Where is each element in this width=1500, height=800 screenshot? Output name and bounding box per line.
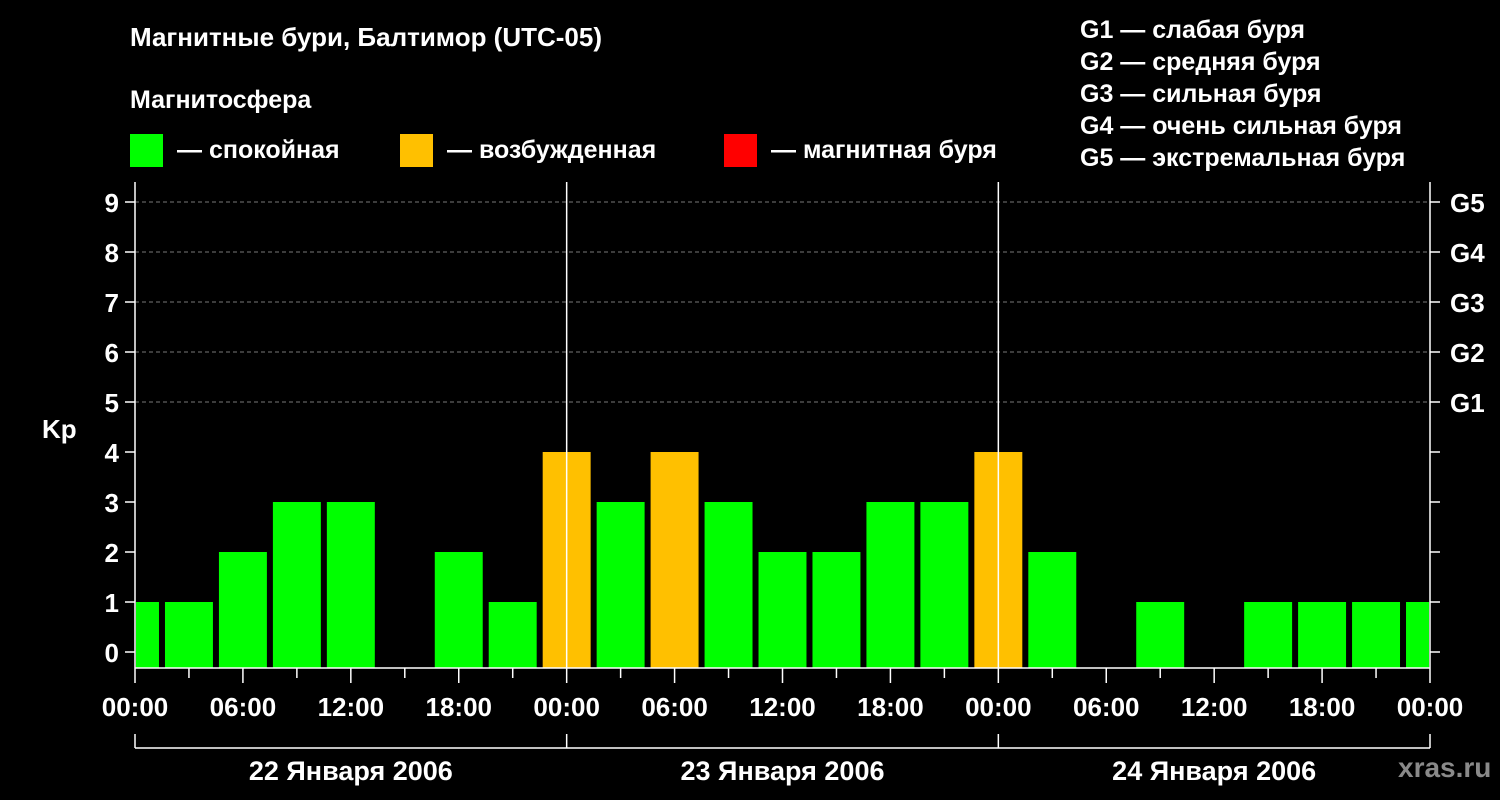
y-tick-label: 3 <box>105 488 119 518</box>
x-tick-label: 00:00 <box>1397 692 1464 722</box>
kp-bar <box>920 502 969 668</box>
y-tick-label: 6 <box>105 338 119 368</box>
x-tick-label: 06:00 <box>1073 692 1140 722</box>
x-tick-label: 12:00 <box>318 692 385 722</box>
g-level-label: G5 <box>1450 188 1485 218</box>
y-tick-label: 2 <box>105 538 119 568</box>
day-label: 22 Января 2006 <box>249 756 453 786</box>
kp-bar <box>136 602 159 668</box>
kp-bar <box>1028 552 1077 668</box>
kp-bar <box>1136 602 1185 668</box>
kp-chart: 0 1 2 3 4 5 6 7 8 9 G1 G2 G3 G4 G5 Kp 00:00 06:00 12:00 18:… <box>42 182 1485 786</box>
y-tick-label: 7 <box>105 288 119 318</box>
x-tick-label: 12:00 <box>749 692 816 722</box>
kp-bar <box>164 602 213 668</box>
kp-bar <box>812 552 861 668</box>
g-level-label: G2 <box>1450 338 1485 368</box>
x-tick-label: 00:00 <box>102 692 169 722</box>
watermark: xras.ru <box>1398 752 1492 783</box>
g-level-label: G4 <box>1450 238 1485 268</box>
g-level-label: G1 <box>1450 388 1485 418</box>
y-tick-label: 4 <box>105 438 120 468</box>
day-label: 24 Января 2006 <box>1112 756 1316 786</box>
kp-bar <box>488 602 537 668</box>
kp-bar <box>650 452 699 668</box>
kp-bar <box>1298 602 1347 668</box>
x-tick-label: 06:00 <box>641 692 708 722</box>
y-tick-label: 9 <box>105 188 119 218</box>
y-tick-label: 5 <box>105 388 119 418</box>
y-tick-label: 8 <box>105 238 119 268</box>
x-tick-label: 00:00 <box>965 692 1032 722</box>
x-tick-label: 18:00 <box>1289 692 1356 722</box>
kp-bar <box>758 552 807 668</box>
y-axis-label: Kp <box>42 414 77 444</box>
x-tick-label: 18:00 <box>426 692 493 722</box>
kp-bar <box>1352 602 1401 668</box>
y-tick-label: 0 <box>105 638 119 668</box>
kp-bar <box>1406 602 1429 668</box>
kp-bar <box>218 552 267 668</box>
x-tick-label: 12:00 <box>1181 692 1248 722</box>
kp-bar <box>434 552 483 668</box>
x-tick-label: 18:00 <box>857 692 924 722</box>
x-tick-label: 06:00 <box>210 692 277 722</box>
kp-bar <box>1244 602 1293 668</box>
y-tick-label: 1 <box>105 588 119 618</box>
kp-bar <box>326 502 375 668</box>
kp-bar <box>596 502 645 668</box>
kp-bar <box>866 502 915 668</box>
day-label: 23 Января 2006 <box>681 756 885 786</box>
g-level-label: G3 <box>1450 288 1485 318</box>
x-tick-label: 00:00 <box>533 692 600 722</box>
kp-bar <box>272 502 321 668</box>
kp-bar <box>704 502 753 668</box>
